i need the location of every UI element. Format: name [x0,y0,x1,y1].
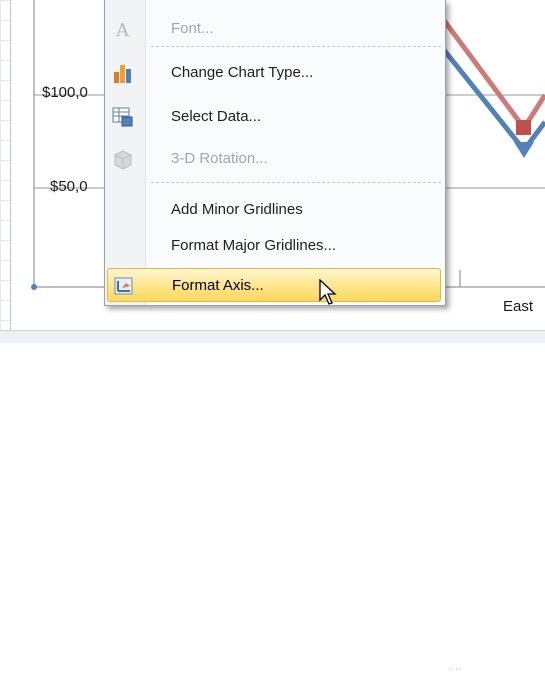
select-data-icon [112,106,134,128]
y-axis-label-50k: $50,0 [50,178,88,195]
resize-handle-icon[interactable]: ···· [448,665,462,674]
menu-item-3d-rotation[interactable]: 3-D Rotation... [105,142,445,176]
menu-item-change-chart-type[interactable]: Change Chart Type... [105,56,445,90]
svg-text:A: A [115,20,130,40]
menu-separator [151,182,441,183]
menu-item-label: Font... [171,20,214,37]
font-icon: A [112,18,134,41]
y-axis-label-100k: $100,0 [42,84,88,101]
axis-origin-marker [31,284,37,290]
menu-item-label: Add Minor Gridlines [171,201,303,218]
3d-rotation-icon [112,148,134,170]
menu-item-format-axis[interactable]: Format Axis... [107,268,441,302]
menu-item-label: Change Chart Type... [171,64,314,81]
x-axis-label-east: East [503,298,534,315]
menu-item-font[interactable]: A Font... [105,12,445,46]
menu-item-add-minor-gridlines[interactable]: Add Minor Gridlines [105,193,445,227]
chart-type-icon [112,62,134,84]
series-blue-point [514,142,534,158]
sheet-bottom-strip: ···· [0,330,545,674]
mouse-cursor-icon [319,279,337,305]
menu-item-format-major-gridlines[interactable]: Format Major Gridlines... [105,229,445,263]
menu-item-label: Format Major Gridlines... [171,237,337,254]
context-menu: A Font... Change Chart Type... Select Da… [104,0,446,306]
series-red-point [516,120,531,135]
menu-separator [151,46,441,47]
menu-item-label: Format Axis... [172,277,264,294]
menu-item-label: Select Data... [171,108,262,125]
format-axis-icon [113,275,135,297]
menu-item-label: 3-D Rotation... [171,150,268,167]
menu-item-select-data[interactable]: Select Data... [105,100,445,134]
